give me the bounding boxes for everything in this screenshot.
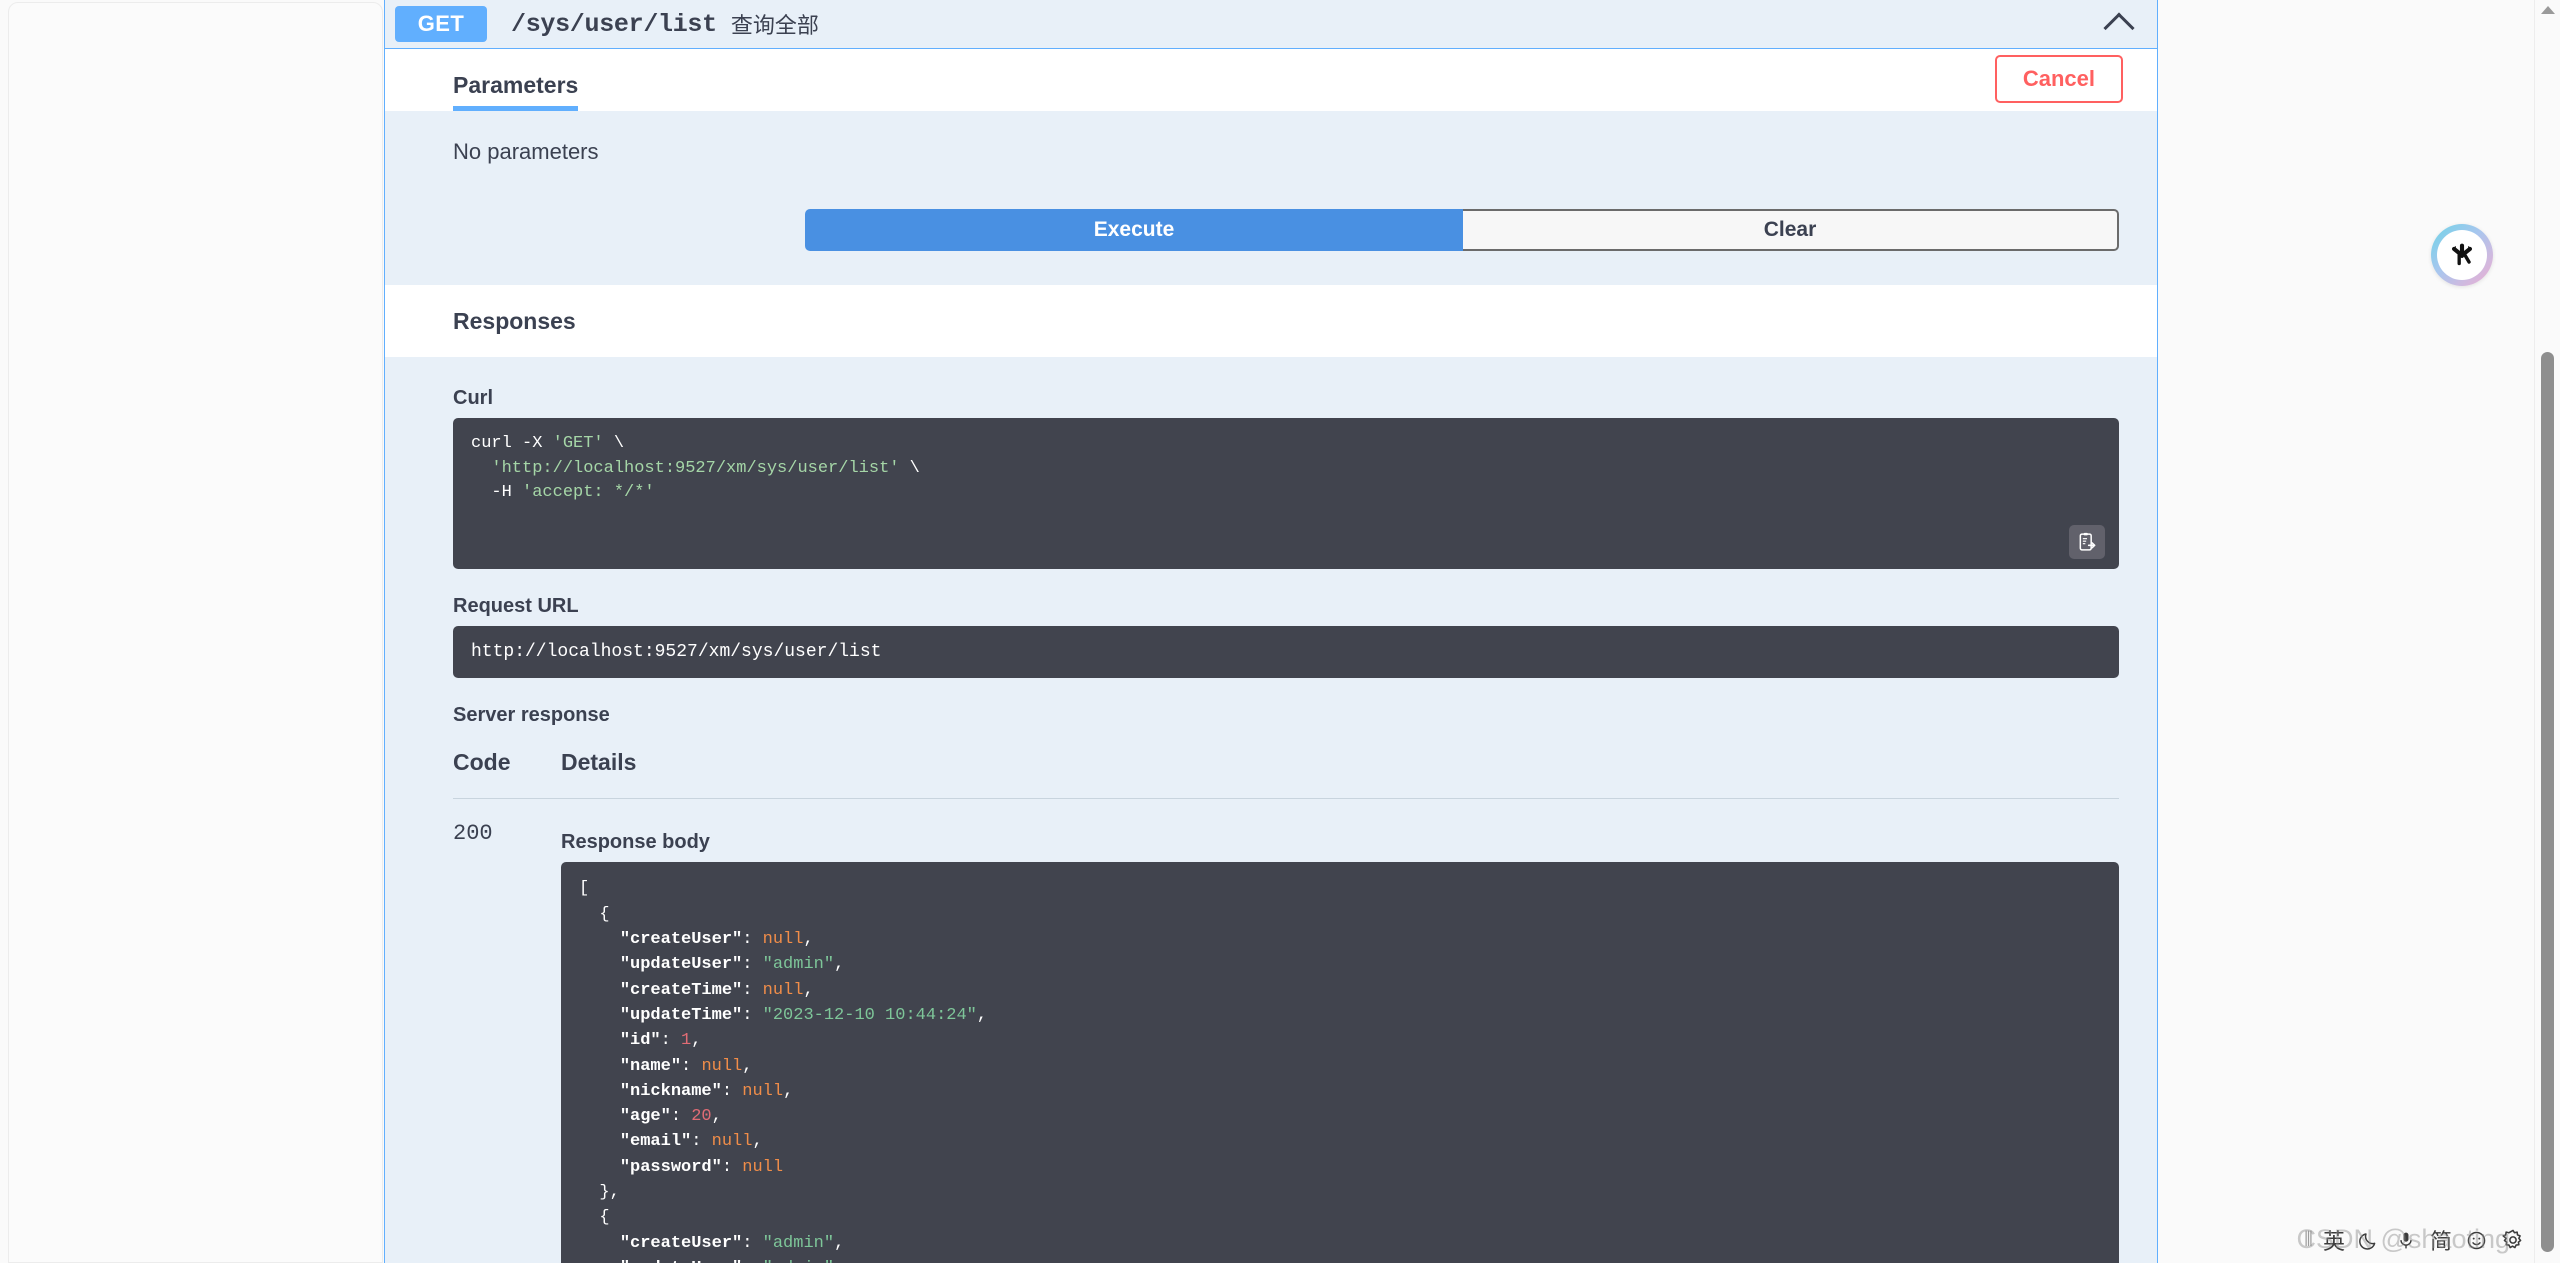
curl-header-flag: -H	[471, 483, 523, 503]
cancel-button[interactable]: Cancel	[1994, 55, 2123, 103]
curl-line-continuation-2: \	[899, 458, 920, 478]
floating-assistant-inner	[2437, 230, 2487, 280]
smiley-icon[interactable]	[2463, 1227, 2489, 1253]
response-details-cell: Response body [ { "createUser": null, "u…	[561, 799, 2119, 1263]
request-url-value: http://localhost:9527/xm/sys/user/list	[453, 626, 2119, 679]
scrollbar-thumb[interactable]	[2541, 352, 2554, 1252]
scroll-up-arrow-button[interactable]	[2535, 6, 2560, 14]
ime-language-mode[interactable]: 英	[2323, 1224, 2345, 1256]
opblock-description: 查询全部	[730, 13, 819, 38]
responses-title: Responses	[453, 308, 576, 334]
curl-command: curl -X	[471, 434, 553, 453]
floating-assistant-button[interactable]	[2431, 224, 2493, 286]
curl-code-block: curl -X 'GET' \ 'http://localhost:9527/x…	[453, 418, 2119, 570]
server-response-label: Server response	[453, 704, 610, 727]
opblock-summary[interactable]: GET /sys/user/list 查询全部	[385, 0, 2157, 48]
swagger-opblock: GET /sys/user/list 查询全部 Parameters Cance…	[384, 0, 2158, 1263]
page-left-panel	[8, 2, 383, 1263]
ime-toolbar[interactable]: ⦀ 英 简	[2304, 1223, 2526, 1257]
http-method-badge: GET	[395, 6, 487, 42]
curl-label: Curl	[453, 387, 493, 409]
ime-drag-handle[interactable]: ⦀	[2304, 1229, 2313, 1252]
curl-method: 'GET'	[552, 434, 604, 453]
server-response-table: Code Details 200 Response body [ { "crea…	[453, 749, 2119, 1263]
execute-button[interactable]: Execute	[805, 209, 1463, 251]
status-code-value: 200	[453, 821, 493, 847]
response-body-json: [ { "createUser": null, "updateUser": "a…	[561, 862, 2119, 1263]
chevron-up-icon	[2103, 12, 2135, 44]
moon-icon[interactable]	[2356, 1227, 2382, 1253]
microphone-icon[interactable]	[2393, 1227, 2419, 1253]
curl-url: 'http://localhost:9527/xm/sys/user/list'	[471, 458, 900, 478]
copy-icon	[2079, 533, 2096, 551]
clear-button[interactable]: Clear	[1463, 209, 2119, 251]
vertical-scrollbar[interactable]	[2534, 0, 2560, 1263]
execute-clear-row: Execute Clear	[385, 193, 2157, 285]
responses-body: Curl curl -X 'GET' \ 'http://localhost:9…	[385, 357, 2157, 1263]
request-url-label: Request URL	[453, 595, 579, 618]
ime-shape-mode[interactable]: 简	[2430, 1224, 2452, 1256]
table-header-row: Code Details	[453, 749, 2119, 800]
table-row: 200 Response body [ { "createUser": null…	[453, 799, 2119, 1263]
collapse-toggle-button[interactable]	[2099, 4, 2139, 44]
column-header-details: Details	[561, 749, 2119, 800]
no-parameters-text: No parameters	[385, 111, 2157, 193]
column-header-code: Code	[453, 749, 561, 800]
curl-header-value: 'accept: */*'	[522, 483, 655, 503]
responses-header: Responses	[385, 285, 2157, 357]
curl-line-continuation: \	[603, 434, 625, 453]
tab-bar: Parameters Cancel	[385, 49, 2157, 111]
opblock-path: /sys/user/list	[511, 9, 717, 39]
copy-curl-button[interactable]	[2069, 525, 2105, 560]
tri-arrow-logo-icon	[2451, 243, 2473, 266]
caret-up-icon	[2540, 6, 2555, 14]
response-body-label: Response body	[561, 831, 710, 854]
screen-root: GET /sys/user/list 查询全部 Parameters Cance…	[0, 0, 2560, 1263]
tab-parameters[interactable]: Parameters	[453, 72, 579, 111]
gear-icon[interactable]	[2500, 1227, 2526, 1253]
opblock-body: Parameters Cancel No parameters Execute …	[385, 48, 2157, 1263]
